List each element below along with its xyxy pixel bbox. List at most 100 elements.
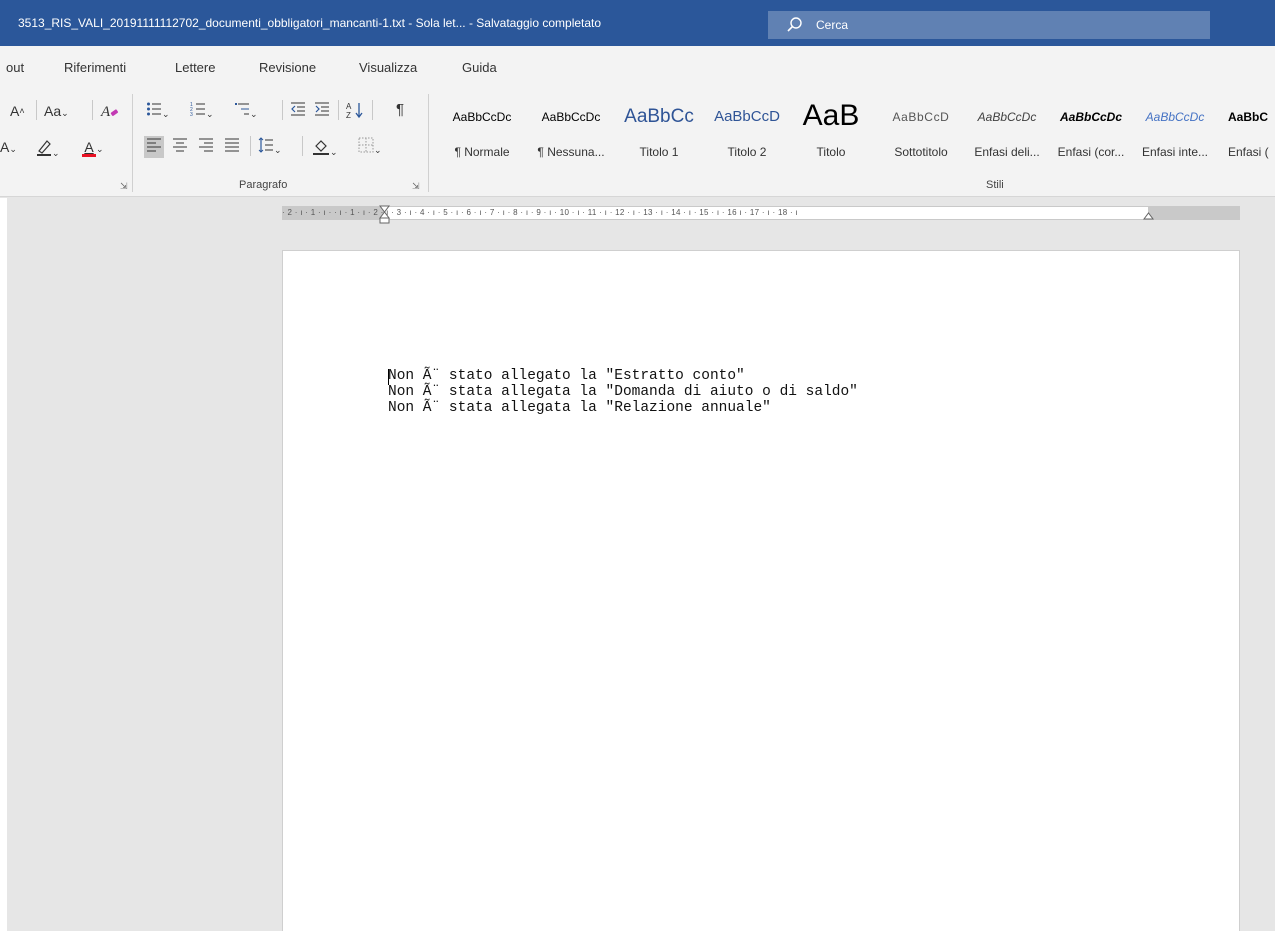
style-name: Enfasi deli... xyxy=(974,145,1040,159)
ribbon: A˄ Aa⌄ A A⌄ ⌄ A ⌄ ⇲ ⌄ 1 2 3 ⌄ ⌄ A Z ¶ ⌄ … xyxy=(0,88,1275,197)
style-heading-2[interactable]: AaBbCcD Titolo 2 xyxy=(704,96,790,166)
align-right-glyph xyxy=(199,138,213,152)
tab-revisione[interactable]: Revisione xyxy=(259,60,316,75)
svg-text:Z: Z xyxy=(346,111,351,119)
justify-icon[interactable] xyxy=(224,137,240,157)
style-normal[interactable]: AaBbCcDc ¶ Normale xyxy=(438,96,526,166)
indent-marker-icon[interactable] xyxy=(379,205,390,225)
document-page[interactable]: Non Ã¨ stato allegato la "Estratto conto… xyxy=(282,250,1240,931)
line-spacing-icon[interactable]: ⌄ xyxy=(258,137,282,159)
document-line[interactable]: Non Ã¨ stata allegata la "Relazione annu… xyxy=(388,400,771,416)
tab-layout[interactable]: out xyxy=(6,60,24,75)
multilevel-list-icon[interactable]: ⌄ xyxy=(234,101,258,123)
style-preview: AaBbCcDc xyxy=(1059,110,1122,124)
style-strong[interactable]: AaBbC Enfasi ( xyxy=(1218,96,1275,166)
separator xyxy=(372,100,373,120)
tab-visualizza[interactable]: Visualizza xyxy=(359,60,417,75)
bullets-glyph xyxy=(147,102,161,116)
style-preview: AaBbCcDc xyxy=(541,110,601,124)
style-name: Enfasi ( xyxy=(1228,145,1269,159)
group-divider xyxy=(132,94,133,192)
document-line[interactable]: Non Ã¨ stato allegato la "Estratto conto… xyxy=(388,368,745,384)
change-case-icon[interactable]: Aa⌄ xyxy=(44,102,69,122)
style-preview: AaBbCcDc xyxy=(977,110,1037,124)
tab-guida[interactable]: Guida xyxy=(462,60,497,75)
style-title[interactable]: AaB Titolo xyxy=(792,96,870,166)
clear-formatting-glyph: A xyxy=(100,104,119,120)
style-subtitle[interactable]: AaBbCcD Sottotitolo xyxy=(878,96,964,166)
show-formatting-marks-icon[interactable]: ¶ xyxy=(396,101,404,119)
style-name: Enfasi inte... xyxy=(1141,145,1209,159)
style-name: Titolo 2 xyxy=(727,145,767,159)
paragraph-group-label: Paragrafo xyxy=(239,179,288,191)
style-preview: AaBbCcD xyxy=(892,110,950,124)
font-color-icon[interactable]: A ⌄ xyxy=(82,138,104,158)
separator xyxy=(36,100,37,120)
right-indent-marker-icon[interactable] xyxy=(1143,210,1154,220)
paint-bucket-glyph xyxy=(313,140,329,155)
separator xyxy=(250,136,251,156)
tab-lettere[interactable]: Lettere xyxy=(175,60,215,75)
group-divider xyxy=(428,94,429,192)
tab-riferimenti[interactable]: Riferimenti xyxy=(64,60,126,75)
align-left-icon[interactable] xyxy=(144,136,164,158)
style-name: Sottotitolo xyxy=(894,145,948,159)
text-effects-icon[interactable]: A⌄ xyxy=(0,138,17,158)
document-line[interactable]: Non Ã¨ stata allegata la "Domanda di aiu… xyxy=(388,384,858,400)
decrease-indent-icon[interactable] xyxy=(290,101,306,121)
separator xyxy=(302,136,303,156)
style-name: Enfasi (cor... xyxy=(1057,145,1125,159)
search-label: Cerca xyxy=(816,18,849,32)
navigation-edge xyxy=(0,198,7,931)
numbering-glyph: 1 2 3 xyxy=(190,102,205,118)
style-name: ¶ Nessuna... xyxy=(537,145,605,159)
styles-gallery: AaBbCcDc ¶ Normale AaBbCcDc ¶ Nessuna...… xyxy=(438,96,1275,166)
title-bar: 3513_RIS_VALI_20191111112702_documenti_o… xyxy=(0,0,1275,46)
styles-group-label: Stili xyxy=(986,179,1004,191)
increase-indent-glyph xyxy=(315,102,329,116)
highlight-icon[interactable]: ⌄ xyxy=(36,138,60,162)
style-preview: AaB xyxy=(802,103,860,132)
ribbon-tabs: out Riferimenti Lettere Revisione Visual… xyxy=(0,46,1275,88)
style-preview: AaBbCcDc xyxy=(452,110,512,124)
paragraph-dialog-launcher-icon[interactable]: ⇲ xyxy=(412,181,420,192)
search-box[interactable]: Cerca xyxy=(768,11,1210,39)
style-name: ¶ Normale xyxy=(454,145,510,159)
clear-formatting-icon[interactable]: A xyxy=(100,102,120,124)
sort-glyph: A Z xyxy=(346,102,363,120)
separator xyxy=(92,100,93,120)
borders-icon[interactable]: ⌄ xyxy=(358,137,382,159)
line-spacing-glyph xyxy=(258,137,273,153)
multilevel-glyph xyxy=(235,103,249,115)
svg-text:A: A xyxy=(346,102,352,111)
align-center-icon[interactable] xyxy=(172,137,188,157)
highlighter-glyph xyxy=(37,140,51,156)
bullets-icon[interactable]: ⌄ xyxy=(146,101,170,123)
numbering-icon[interactable]: 1 2 3 ⌄ xyxy=(190,101,214,123)
shading-icon[interactable]: ⌄ xyxy=(312,137,338,161)
style-name: Titolo xyxy=(816,145,846,159)
grow-font-icon[interactable]: A˄ xyxy=(10,102,25,120)
decrease-indent-glyph xyxy=(291,102,305,116)
svg-text:A: A xyxy=(100,104,111,120)
ruler-scale: · 2 · ı · 1 · ı · · ı · 1 · ı · 2 · ı · … xyxy=(282,208,798,217)
style-intense-emphasis[interactable]: AaBbCcDc Enfasi inte... xyxy=(1134,96,1216,166)
font-dialog-launcher-icon[interactable]: ⇲ xyxy=(120,181,128,192)
increase-indent-icon[interactable] xyxy=(314,101,330,121)
align-center-glyph xyxy=(173,138,187,152)
search-icon xyxy=(787,17,802,32)
style-emphasis[interactable]: AaBbCcDc Enfasi (cor... xyxy=(1050,96,1132,166)
align-right-icon[interactable] xyxy=(198,137,214,157)
window-title: 3513_RIS_VALI_20191111112702_documenti_o… xyxy=(18,16,602,30)
align-left-glyph xyxy=(147,138,161,152)
style-preview: AaBbCcD xyxy=(714,108,780,125)
style-name: Titolo 1 xyxy=(639,145,679,159)
separator xyxy=(282,100,283,120)
style-no-spacing[interactable]: AaBbCcDc ¶ Nessuna... xyxy=(528,96,614,166)
borders-glyph xyxy=(358,137,374,153)
style-subtle-emphasis[interactable]: AaBbCcDc Enfasi deli... xyxy=(966,96,1048,166)
style-heading-1[interactable]: AaBbCc Titolo 1 xyxy=(616,96,702,166)
horizontal-ruler[interactable]: · 2 · ı · 1 · ı · · ı · 1 · ı · 2 · ı · … xyxy=(282,205,1240,224)
style-preview: AaBbCcDc xyxy=(1145,110,1205,124)
sort-icon[interactable]: A Z xyxy=(346,101,364,123)
